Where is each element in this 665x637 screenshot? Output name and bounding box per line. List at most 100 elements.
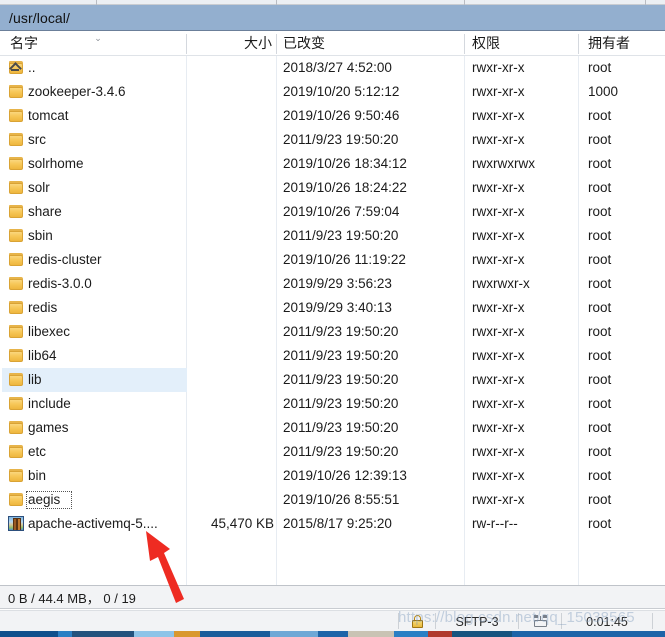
table-row[interactable]: solr 2019/10/26 18:24:22 rwxr-xr-x root xyxy=(0,176,665,200)
cell-size xyxy=(186,488,274,512)
session-label-cell[interactable]: SFTP-3 xyxy=(436,612,518,631)
cell-owner: root xyxy=(588,180,612,195)
cell-size xyxy=(186,440,274,464)
cell-name: lib64 xyxy=(28,348,57,363)
app-status-bar: SFTP-3 0:01:45 xyxy=(0,610,665,631)
cell-owner: root xyxy=(588,372,612,387)
table-row[interactable]: include 2011/9/23 19:50:20 rwxr-xr-x root xyxy=(0,392,665,416)
cell-permissions: rwxrwxrwx xyxy=(472,156,535,171)
network-status-cell[interactable] xyxy=(519,612,561,631)
cell-size xyxy=(186,368,274,392)
table-row[interactable]: solrhome 2019/10/26 18:34:12 rwxrwxrwx root xyxy=(0,152,665,176)
folder-icon xyxy=(9,373,23,386)
cell-size: 45,470 KB xyxy=(210,516,274,531)
cell-size xyxy=(186,296,274,320)
table-row[interactable]: etc 2011/9/23 19:50:20 rwxr-xr-x root xyxy=(0,440,665,464)
column-header-permissions[interactable]: 权限 xyxy=(472,32,572,55)
table-row[interactable]: games 2011/9/23 19:50:20 rwxr-xr-x root xyxy=(0,416,665,440)
table-row[interactable]: tomcat 2019/10/26 9:50:46 rwxr-xr-x root xyxy=(0,104,665,128)
cell-owner: root xyxy=(588,516,612,531)
cell-size xyxy=(186,56,274,80)
session-label: SFTP-3 xyxy=(455,614,499,629)
folder-icon xyxy=(9,469,23,482)
cell-name: etc xyxy=(28,444,47,459)
table-row[interactable]: .. 2018/3/27 4:52:00 rwxr-xr-x root xyxy=(0,56,665,80)
column-header-size[interactable]: 大小 xyxy=(186,32,272,55)
cell-modified: 2011/9/23 19:50:20 xyxy=(283,444,399,459)
cell-name: games xyxy=(28,420,69,435)
cell-modified: 2019/10/26 12:39:13 xyxy=(283,468,407,483)
table-row[interactable]: redis 2019/9/29 3:40:13 rwxr-xr-x root xyxy=(0,296,665,320)
cell-name: lib xyxy=(28,372,42,387)
cell-name: zookeeper-3.4.6 xyxy=(28,84,126,99)
cell-modified: 2019/9/29 3:56:23 xyxy=(283,276,392,291)
elapsed-time-cell: 0:01:45 xyxy=(562,612,652,631)
cell-owner: root xyxy=(588,132,612,147)
column-header-owner[interactable]: 拥有者 xyxy=(588,32,658,55)
lock-icon xyxy=(411,615,424,628)
table-row[interactable]: bin 2019/10/26 12:39:13 rwxr-xr-x root xyxy=(0,464,665,488)
path-bar[interactable]: /usr/local/ xyxy=(0,5,665,31)
cell-permissions: rwxr-xr-x xyxy=(472,396,525,411)
table-row[interactable]: lib64 2011/9/23 19:50:20 rwxr-xr-x root xyxy=(0,344,665,368)
table-row[interactable]: libexec 2011/9/23 19:50:20 rwxr-xr-x root xyxy=(0,320,665,344)
table-row[interactable]: redis-3.0.0 2019/9/29 3:56:23 rwxrwxr-x roo… xyxy=(0,272,665,296)
cell-name: src xyxy=(28,132,46,147)
column-header-row[interactable]: 名字 ⌄ 大小 已改变 权限 拥有者 xyxy=(0,32,665,56)
cell-size xyxy=(186,176,274,200)
cell-name: libexec xyxy=(28,324,71,339)
cell-permissions: rwxr-xr-x xyxy=(472,420,525,435)
file-list-pane[interactable]: 名字 ⌄ 大小 已改变 权限 拥有者 .. 2018/3/27 4:52:00 rw… xyxy=(0,32,665,585)
column-header-modified[interactable]: 已改变 xyxy=(283,32,453,55)
table-row[interactable]: apache-activemq-5.... 45,470 KB 2015/8/17 … xyxy=(0,512,665,536)
cell-permissions: rw-r--r-- xyxy=(472,516,518,531)
cell-size xyxy=(186,200,274,224)
cell-owner: root xyxy=(588,300,612,315)
cell-permissions: rwxr-xr-x xyxy=(472,300,525,315)
folder-icon xyxy=(9,109,23,122)
cell-modified: 2011/9/23 19:50:20 xyxy=(283,372,399,387)
folder-icon xyxy=(9,421,23,434)
cell-modified: 2019/10/20 5:12:12 xyxy=(283,84,400,99)
folder-icon xyxy=(9,301,23,314)
cell-owner: root xyxy=(588,492,612,507)
cell-modified: 2019/10/26 11:19:22 xyxy=(283,252,406,267)
cell-owner: 1000 xyxy=(588,84,619,99)
cell-permissions: rwxr-xr-x xyxy=(472,228,525,243)
cell-size xyxy=(186,416,274,440)
cell-owner: root xyxy=(588,228,612,243)
cell-name: solrhome xyxy=(28,156,84,171)
folder-icon xyxy=(9,229,23,242)
table-row[interactable]: src 2011/9/23 19:50:20 rwxr-xr-x root xyxy=(0,128,665,152)
cell-permissions: rwxrwxr-x xyxy=(472,276,530,291)
cell-size xyxy=(186,464,274,488)
table-row[interactable]: aegis 2019/10/26 8:55:51 rwxr-xr-x root xyxy=(0,488,665,512)
sort-descending-icon[interactable]: ⌄ xyxy=(92,34,104,43)
table-row[interactable]: zookeeper-3.4.6 2019/10/20 5:12:12 rwxr-xr… xyxy=(0,80,665,104)
cell-size xyxy=(186,320,274,344)
cell-modified: 2011/9/23 19:50:20 xyxy=(283,228,399,243)
cell-modified: 2019/10/26 18:34:12 xyxy=(283,156,407,171)
cell-permissions: rwxr-xr-x xyxy=(472,108,525,123)
table-row[interactable]: lib 2011/9/23 19:50:20 rwxr-xr-x root xyxy=(0,368,665,392)
table-row[interactable]: sbin 2011/9/23 19:50:20 rwxr-xr-x root xyxy=(0,224,665,248)
cell-owner: root xyxy=(588,60,612,75)
table-row[interactable]: share 2019/10/26 7:59:04 rwxr-xr-x root xyxy=(0,200,665,224)
file-rows[interactable]: .. 2018/3/27 4:52:00 rwxr-xr-x root zookeepe… xyxy=(0,56,665,585)
cell-size xyxy=(186,272,274,296)
cell-name: redis-cluster xyxy=(28,252,102,267)
folder-icon xyxy=(9,277,23,290)
cell-permissions: rwxr-xr-x xyxy=(472,468,525,483)
cell-owner: root xyxy=(588,204,612,219)
cell-modified: 2011/9/23 19:50:20 xyxy=(283,348,399,363)
cell-name: apache-activemq-5.... xyxy=(28,516,158,531)
table-row[interactable]: redis-cluster 2019/10/26 11:19:22 rwxr-xr-… xyxy=(0,248,665,272)
lock-status-cell[interactable] xyxy=(399,612,435,631)
cell-size xyxy=(186,248,274,272)
cell-modified: 2011/9/23 19:50:20 xyxy=(283,420,399,435)
cell-owner: root xyxy=(588,252,612,267)
folder-icon xyxy=(9,181,23,194)
cell-permissions: rwxr-xr-x xyxy=(472,204,525,219)
column-header-name[interactable]: 名字 xyxy=(10,32,90,55)
cell-modified: 2015/8/17 9:25:20 xyxy=(283,516,392,531)
